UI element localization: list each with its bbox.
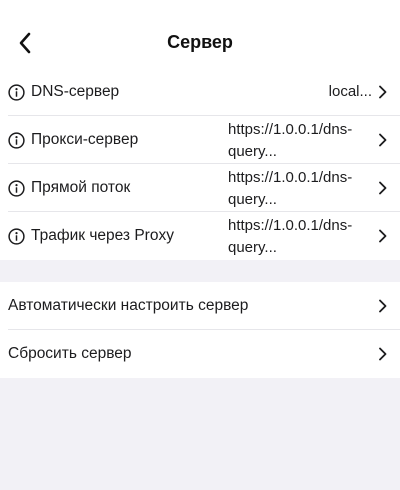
info-icon[interactable] xyxy=(8,227,25,245)
auto-configure-server-button[interactable]: Автоматически настроить сервер xyxy=(0,282,400,330)
server-settings-group: DNS-сервер local... Прокси-сервер https:… xyxy=(0,68,400,260)
row-value-line1: https://1.0.0.1/dns- xyxy=(228,169,353,186)
row-label: Трафик через Proxy xyxy=(31,227,174,244)
info-icon[interactable] xyxy=(8,179,25,197)
row-value: https://1.0.0.1/dns- query... xyxy=(228,215,368,259)
page-title: Сервер xyxy=(167,32,233,52)
row-value-line2: query... xyxy=(228,191,277,208)
info-icon[interactable] xyxy=(8,131,25,149)
chevron-right-icon xyxy=(378,299,388,313)
row-label: Сбросить сервер xyxy=(8,345,132,362)
header: Сервер xyxy=(0,0,400,68)
row-proxy-server[interactable]: Прокси-сервер https://1.0.0.1/dns- query… xyxy=(0,116,400,164)
row-label: Прямой поток xyxy=(31,179,131,196)
actions-group: Автоматически настроить сервер Сбросить … xyxy=(0,282,400,378)
row-label: Прокси-сервер xyxy=(31,131,139,148)
row-label: Автоматически настроить сервер xyxy=(8,297,249,314)
row-value-line1: https://1.0.0.1/dns- xyxy=(228,217,353,234)
chevron-right-icon xyxy=(378,229,388,243)
chevron-right-icon xyxy=(378,347,388,361)
row-value-line1: https://1.0.0.1/dns- xyxy=(228,121,353,138)
row-value-line2: query... xyxy=(228,239,277,256)
row-value: local... xyxy=(328,83,372,100)
row-proxy-traffic[interactable]: Трафик через Proxy https://1.0.0.1/dns- … xyxy=(0,212,400,260)
chevron-right-icon xyxy=(378,133,388,147)
reset-server-button[interactable]: Сбросить сервер xyxy=(0,330,400,378)
row-direct-flow[interactable]: Прямой поток https://1.0.0.1/dns- query.… xyxy=(0,164,400,212)
row-value: https://1.0.0.1/dns- query... xyxy=(228,119,368,163)
row-label: DNS-сервер xyxy=(31,83,120,100)
row-value-line2: query... xyxy=(228,143,277,160)
info-icon[interactable] xyxy=(8,83,25,101)
row-dns-server[interactable]: DNS-сервер local... xyxy=(0,68,400,116)
chevron-right-icon xyxy=(378,181,388,195)
page: Сервер DNS-сервер local... Прокси-сервер… xyxy=(0,0,400,490)
row-value: https://1.0.0.1/dns- query... xyxy=(228,167,368,211)
chevron-right-icon xyxy=(378,85,388,99)
